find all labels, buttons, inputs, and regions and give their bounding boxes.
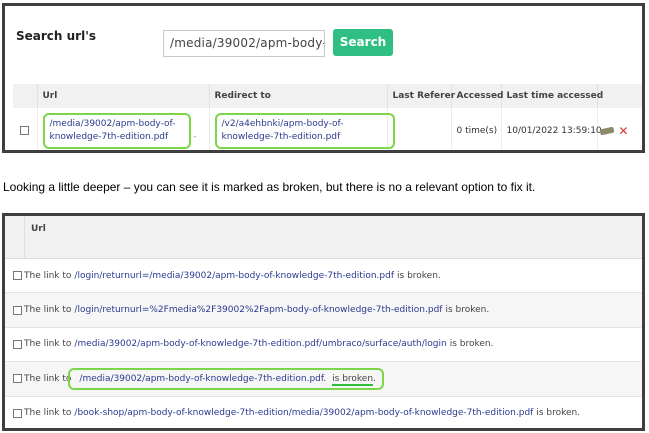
redirect-search-panel: Search url's /media/39002/apm-body-o Sea… (2, 3, 645, 153)
row-checkbox[interactable] (13, 408, 22, 418)
broken-url-link[interactable]: /media/39002/apm-body-of-knowledge-7th-e… (74, 339, 446, 349)
link-suffix: is broken. (445, 305, 490, 316)
column-header-accessed[interactable]: Accessed (451, 84, 504, 108)
broken-url-link[interactable]: /login/returnurl=/media/39002/apm-body-o… (74, 271, 394, 281)
row-checkbox[interactable] (20, 126, 30, 135)
broken-url-link[interactable]: /book-shop/apm-body-of-knowledge-7th-edi… (74, 408, 533, 418)
highlighted-broken-link: /media/39002/apm-body-of-knowledge-7th-e… (68, 367, 384, 390)
search-input[interactable]: /media/39002/apm-body-o (163, 30, 325, 57)
row-checkbox[interactable] (13, 339, 22, 349)
broken-links-panel: Url The link to /login/returnurl=/media/… (2, 213, 645, 431)
search-label: Search url's (16, 29, 97, 43)
url-link[interactable]: /media/39002/apm-body-of-knowledge-7th-e… (42, 113, 191, 149)
broken-links-header: Url (5, 216, 642, 259)
search-bar: Search url's /media/39002/apm-body-o Sea… (5, 6, 642, 84)
delete-icon[interactable]: ✕ (618, 124, 628, 138)
link-prefix: The link to (24, 408, 72, 419)
link-prefix: The link to (24, 373, 72, 384)
list-item: The link to /login/returnurl=%2Fmedia%2F… (5, 293, 642, 328)
link-prefix: The link to (24, 339, 72, 350)
link-suffix: is broken. (449, 339, 494, 350)
column-header-redirect[interactable]: Redirect to (209, 84, 388, 108)
redirect-link[interactable]: /v2/a4ehbnki/apm-body-of-knowledge-7th-e… (214, 113, 395, 149)
explanation-caption: Looking a little deeper – you can see it… (3, 180, 536, 194)
link-suffix: is broken. (536, 408, 581, 419)
edit-icon[interactable] (599, 126, 614, 136)
row-checkbox[interactable] (13, 374, 22, 384)
actions-column-header (597, 84, 642, 108)
list-item: The link to /login/returnurl=/media/3900… (5, 259, 642, 294)
list-item: The link to /media/39002/apm-body-of-kno… (5, 328, 642, 363)
column-header-url[interactable]: Url (37, 84, 210, 108)
accessed-count: 0 time(s) (451, 108, 502, 150)
row-checkbox[interactable] (13, 305, 22, 315)
column-header-last-time-accessed[interactable]: Last time accessed (501, 84, 603, 108)
redirects-table: Url Redirect to Last Referer Accessed La… (13, 84, 642, 150)
url-dash: - (193, 132, 197, 142)
table-row: /media/39002/apm-body-of-knowledge-7th-e… (13, 108, 642, 150)
broken-url-link[interactable]: /media/39002/apm-body-of-knowledge-7th-e… (79, 374, 326, 384)
broken-status-text: is broken (332, 373, 374, 386)
list-item: The link to /book-shop/apm-body-of-knowl… (5, 397, 642, 428)
last-referer-cell (387, 108, 452, 150)
link-prefix: The link to (24, 270, 72, 281)
checkbox-column-header (13, 84, 38, 108)
list-item: The link to /media/39002/apm-body-of-kno… (5, 362, 642, 397)
link-suffix: is broken. (397, 270, 441, 281)
column-header-last-referer[interactable]: Last Referer (387, 84, 455, 108)
column-header-url[interactable]: Url (31, 224, 46, 234)
table-header-row: Url Redirect to Last Referer Accessed La… (13, 84, 642, 108)
last-time-accessed: 10/01/2022 13:59:10 (501, 108, 602, 150)
search-button[interactable]: Search (333, 29, 393, 56)
link-prefix: The link to (24, 305, 72, 316)
row-checkbox[interactable] (13, 271, 22, 281)
broken-url-link[interactable]: /login/returnurl=%2Fmedia%2F39002%2Fapm-… (74, 305, 442, 315)
